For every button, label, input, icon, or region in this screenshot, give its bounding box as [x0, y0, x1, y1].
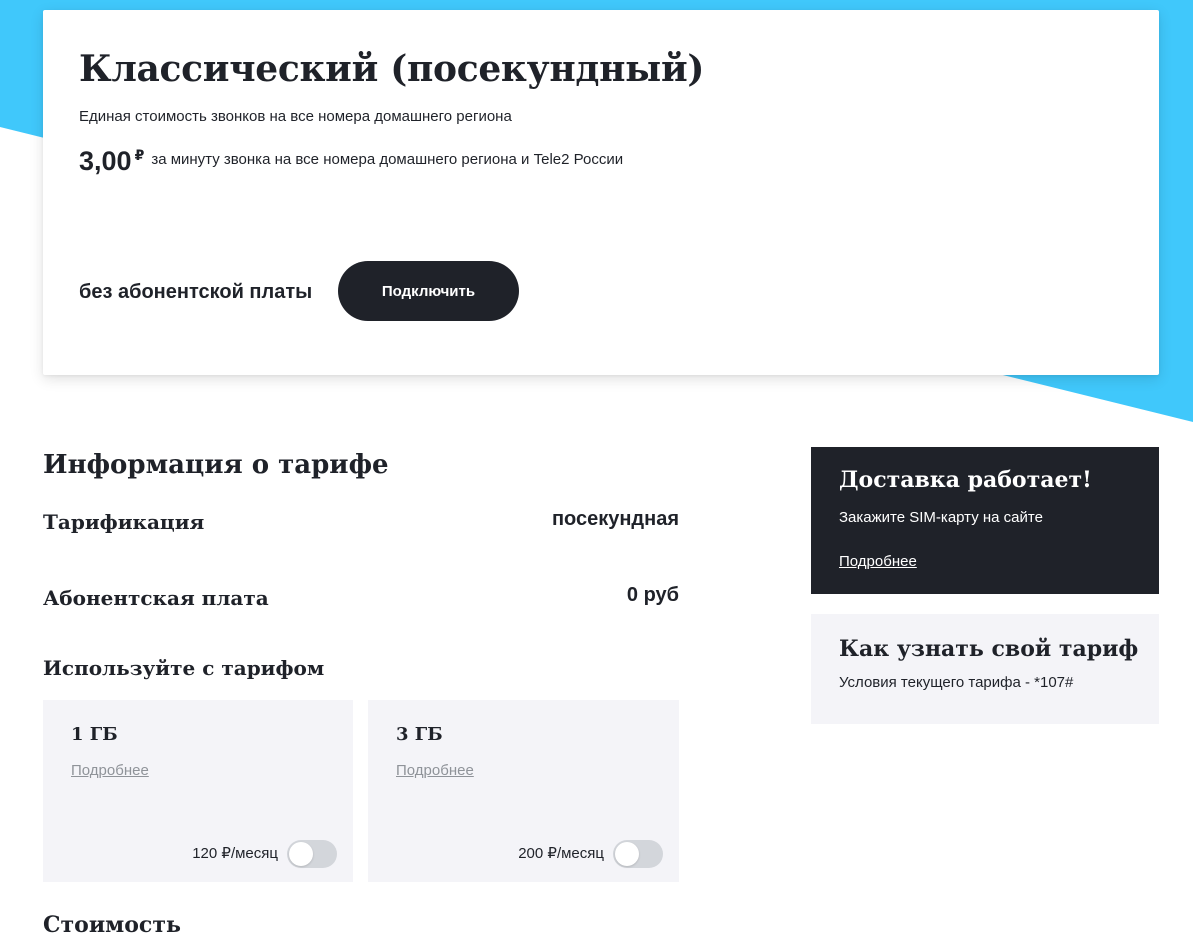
tariff-info-title: Информация о тарифе: [43, 450, 389, 480]
info-row-label: Тарификация: [43, 510, 205, 534]
price-amount: 3,00: [79, 146, 132, 176]
addon-details-link[interactable]: Подробнее: [396, 762, 474, 779]
delivery-details-link[interactable]: Подробнее: [839, 553, 917, 570]
addon-name: 3 ГБ: [396, 724, 443, 745]
delivery-text: Закажите SIM-карту на сайте: [839, 509, 1043, 526]
info-row-billing: Тарификация посекундная: [43, 508, 679, 540]
addon-price: 200 ₽/месяц: [518, 845, 604, 862]
price-description: за минуту звонка на все номера домашнего…: [151, 151, 624, 168]
check-tariff-card: Как узнать свой тариф Условия текущего т…: [811, 614, 1159, 724]
delivery-promo-card: Доставка работает! Закажите SIM-карту на…: [811, 447, 1159, 594]
fee-label: без абонентской платы: [79, 281, 313, 303]
ruble-icon: ₽: [134, 147, 145, 163]
addon-details-link[interactable]: Подробнее: [71, 762, 149, 779]
addon-card-3gb: 3 ГБ Подробнее 200 ₽/месяц: [368, 700, 679, 882]
info-row-value: посекундная: [551, 508, 679, 530]
info-row-subscription-fee: Абонентская плата 0 руб: [43, 584, 679, 616]
check-tariff-text: Условия текущего тарифа - *107#: [839, 674, 1074, 691]
connect-button[interactable]: Подключить: [338, 261, 519, 321]
tariff-title: Классический (посекундный): [79, 48, 705, 90]
tariff-subtitle: Единая стоимость звонков на все номера д…: [79, 108, 512, 125]
addon-card-1gb: 1 ГБ Подробнее 120 ₽/месяц: [43, 700, 353, 882]
price-row: 3,00 ₽ за минуту звонка на все номера дома…: [79, 146, 623, 177]
addon-price: 120 ₽/месяц: [192, 845, 278, 862]
toggle-knob: [615, 842, 639, 866]
check-tariff-title: Как узнать свой тариф: [839, 636, 1139, 662]
delivery-title: Доставка работает!: [839, 467, 1092, 493]
addon-toggle[interactable]: [287, 840, 337, 868]
addons-title: Используйте с тарифом: [43, 656, 325, 680]
info-row-label: Абонентская плата: [43, 586, 269, 610]
toggle-knob: [289, 842, 313, 866]
cost-title: Стоимость: [43, 912, 181, 933]
addon-name: 1 ГБ: [71, 724, 118, 745]
addon-toggle[interactable]: [613, 840, 663, 868]
tariff-hero-card: Классический (посекундный) Единая стоимо…: [43, 10, 1159, 375]
info-row-value: 0 руб: [626, 584, 679, 606]
